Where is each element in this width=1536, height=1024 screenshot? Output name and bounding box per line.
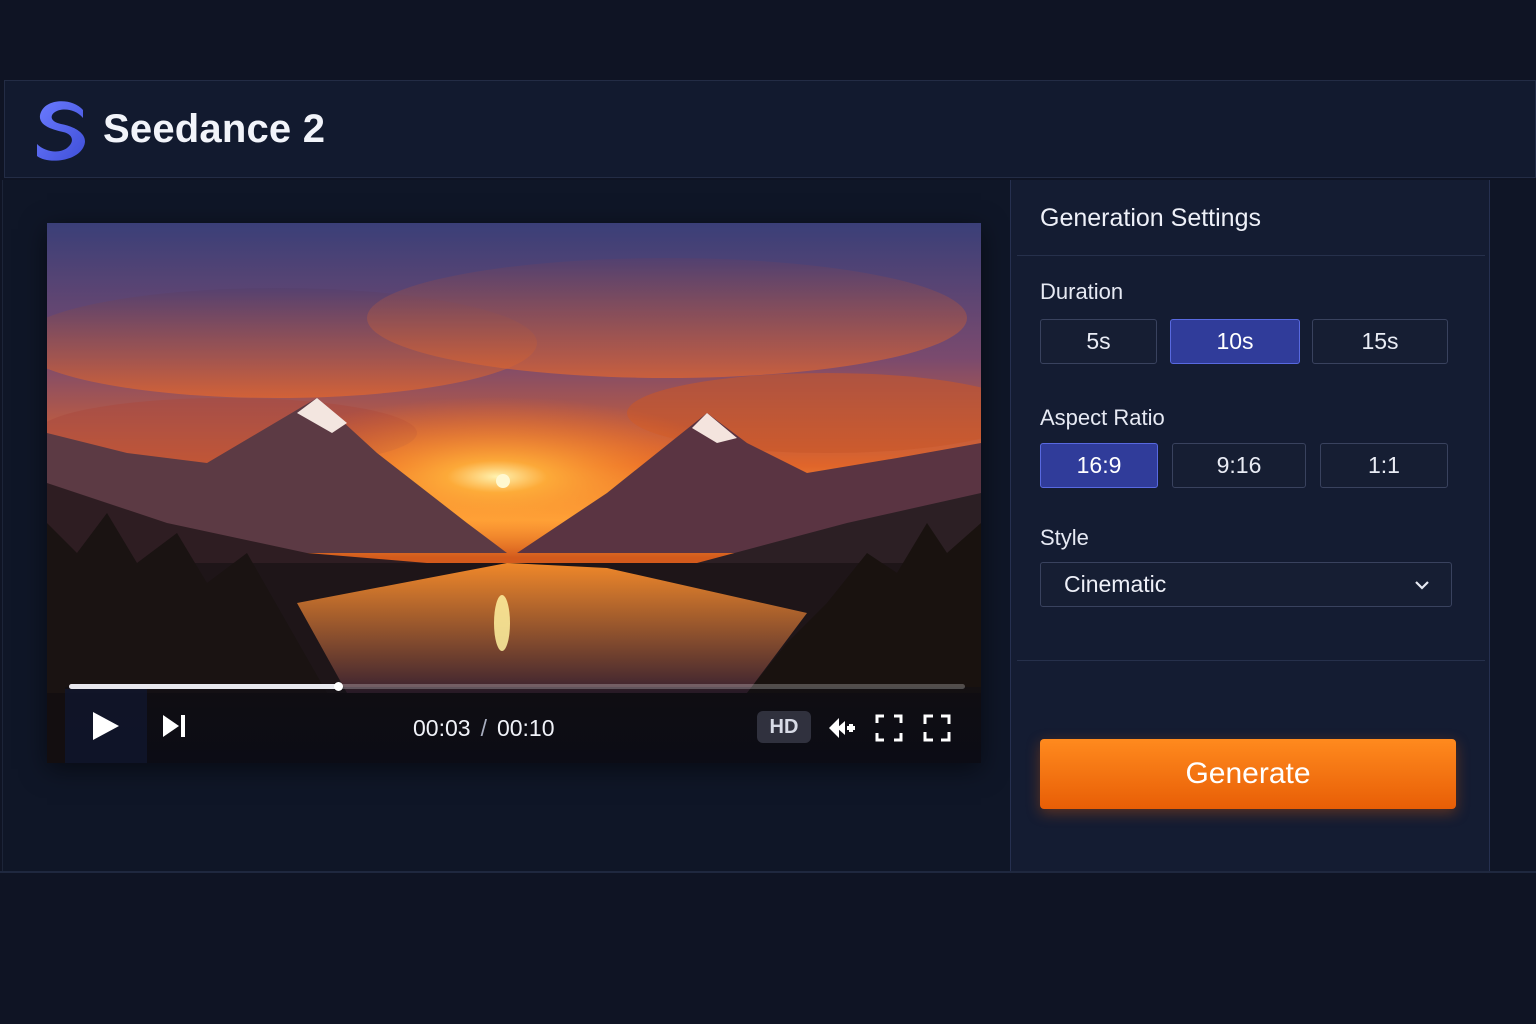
rewind-icon[interactable] (827, 713, 857, 743)
current-time: 00:03 (413, 715, 471, 741)
video-player[interactable]: 00:03 / 00:10 HD (47, 223, 981, 763)
chevron-down-icon (1415, 581, 1429, 590)
style-select[interactable]: Cinematic (1040, 562, 1452, 607)
app-title: Seedance 2 (103, 106, 326, 151)
progress-handle[interactable] (333, 682, 343, 691)
aspect-9-16-button[interactable]: 9:16 (1172, 443, 1306, 488)
aspect-16-9-button[interactable]: 16:9 (1040, 443, 1158, 488)
duration-10s-button[interactable]: 10s (1170, 319, 1300, 364)
play-icon (93, 712, 119, 740)
progress-bar[interactable] (69, 682, 965, 691)
video-frame-mountain-sunset (47, 223, 981, 763)
seedance-logo-icon (37, 101, 85, 161)
settings-title: Generation Settings (1040, 204, 1261, 232)
duration-15s-button[interactable]: 15s (1312, 319, 1448, 364)
duration-5s-button[interactable]: 5s (1040, 319, 1157, 364)
divider (1017, 660, 1485, 661)
quality-button[interactable]: HD (757, 711, 811, 743)
bottom-divider (0, 871, 1536, 873)
time-separator: / (480, 715, 487, 741)
total-duration: 00:10 (496, 715, 555, 741)
time-display: 00:03 / 00:10 (413, 715, 555, 742)
aspect-ratio-label: Aspect Ratio (1040, 405, 1165, 430)
generation-settings-panel: Generation Settings Duration 5s 10s 15s … (1010, 180, 1490, 872)
main-panel: 00:03 / 00:10 HD (2, 180, 1010, 872)
style-select-value: Cinematic (1064, 571, 1167, 597)
style-label: Style (1040, 525, 1089, 550)
app-header: Seedance 2 (4, 80, 1536, 178)
aspect-1-1-button[interactable]: 1:1 (1320, 443, 1448, 488)
fullscreen-icon[interactable] (922, 713, 952, 743)
generate-button[interactable]: Generate (1040, 739, 1456, 809)
app-window: Seedance 2 00:03 / 00:10 HD Generation S… (0, 0, 1536, 1024)
skip-next-icon[interactable] (159, 711, 191, 741)
pip-icon[interactable] (874, 713, 904, 743)
divider (1017, 255, 1485, 256)
duration-label: Duration (1040, 279, 1124, 304)
right-edge-panel (1490, 180, 1536, 872)
play-button[interactable] (65, 689, 147, 763)
